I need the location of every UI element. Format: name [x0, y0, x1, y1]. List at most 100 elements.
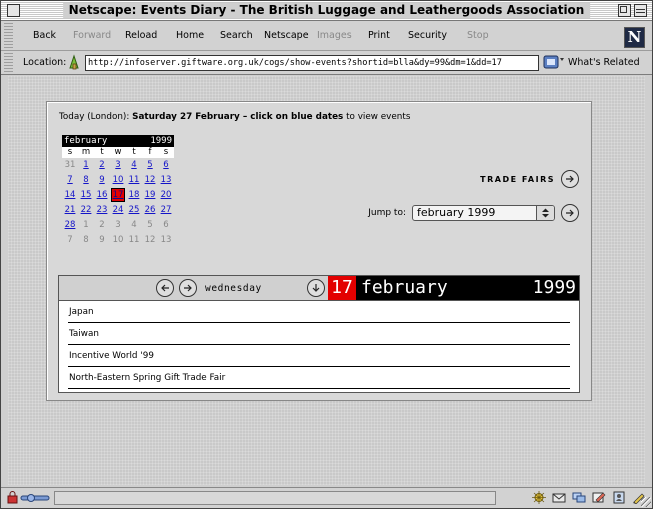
weekday-label: t	[132, 147, 136, 157]
calendar-day-link[interactable]: 3	[110, 158, 126, 173]
composer-icon[interactable]	[592, 491, 606, 504]
calendar-day-link[interactable]: 14	[62, 188, 78, 203]
navigation-toolbar: Back Forward Reload Home Search Netscape…	[1, 21, 652, 51]
netscape-button[interactable]: Netscape	[264, 30, 309, 41]
calendar-day-number: 17	[111, 188, 125, 202]
page-content[interactable]: Today (London): Saturday 27 February – c…	[8, 76, 645, 485]
browser-window: Netscape: Events Diary - The British Lug…	[0, 0, 653, 509]
mini-calendar-grid: 31 1 2 3 4 5 6 7 8 9 10 11 12 13 14 15 16 17 18 19 20 21 22 23 2…	[62, 158, 174, 248]
calendar-day-outside: 2	[99, 220, 105, 230]
search-button[interactable]: Search	[220, 30, 253, 41]
calendar-day-link[interactable]: 7	[62, 173, 78, 188]
today-instruction: Saturday 27 February – click on blue dat…	[132, 112, 344, 122]
calendar-day-link[interactable]: 4	[126, 158, 142, 173]
title-bar[interactable]: Netscape: Events Diary - The British Lug…	[1, 1, 652, 21]
toolbar-collapse-grip[interactable]	[4, 23, 13, 48]
calendar-day-link[interactable]: 18	[126, 188, 142, 203]
weekday-label: t	[100, 147, 104, 157]
jump-to-row: Jump to: february 1999	[368, 204, 579, 222]
calendar-day-link[interactable]: 19	[142, 188, 158, 203]
status-message-area	[54, 491, 496, 505]
next-day-button[interactable]	[179, 279, 197, 297]
url-input[interactable]: http://infoserver.giftware.org.uk/cogs/s…	[85, 55, 539, 71]
event-item[interactable]: Taiwan	[68, 323, 570, 345]
calendar-day-link[interactable]: 11	[126, 173, 142, 188]
whats-related-icon	[543, 55, 564, 69]
close-box-button[interactable]	[7, 4, 20, 17]
today-suffix: to view events	[346, 112, 411, 122]
zoom-box-button[interactable]	[618, 4, 631, 17]
calendar-day-outside: 12	[144, 235, 156, 245]
home-button[interactable]: Home	[176, 30, 204, 41]
mail-icon[interactable]	[552, 491, 566, 504]
security-button[interactable]: Security	[408, 30, 447, 41]
calendar-day-link[interactable]: 21	[62, 203, 78, 218]
calendar-day-link[interactable]: 16	[94, 188, 110, 203]
trade-fairs-arrow-button[interactable]	[561, 170, 579, 188]
netscape-logo[interactable]: N	[624, 27, 645, 48]
back-button[interactable]: Back	[33, 30, 56, 41]
calendar-day-link[interactable]: 23	[94, 203, 110, 218]
reload-button[interactable]: Reload	[125, 30, 157, 41]
calendar-day-outside: 11	[128, 235, 140, 245]
arrow-right-icon	[184, 284, 192, 292]
weekday-label: s	[163, 147, 169, 157]
event-item[interactable]: Incentive World '99	[68, 345, 570, 367]
select-arrows-icon	[536, 206, 554, 220]
calendar-day-link[interactable]: 9	[94, 173, 110, 188]
calendar-day-link[interactable]: 24	[110, 203, 126, 218]
security-lock-icon[interactable]	[7, 491, 51, 504]
calendar-day-link[interactable]: 1	[78, 158, 94, 173]
calendar-day-link[interactable]: 28	[62, 218, 78, 233]
calendar-day-link[interactable]: 13	[158, 173, 174, 188]
weekday-label: s	[67, 147, 73, 157]
location-label: Location:	[23, 57, 67, 68]
events-list: Japan Taiwan Incentive World '99 North-E…	[68, 301, 570, 389]
forward-button[interactable]: Forward	[73, 30, 111, 41]
print-button[interactable]: Print	[368, 30, 390, 41]
network-activity-icon[interactable]	[532, 491, 546, 504]
jump-to-selected-value: february 1999	[417, 206, 496, 219]
window-title: Netscape: Events Diary - The British Lug…	[62, 3, 591, 18]
calendar-day-link[interactable]: 15	[78, 188, 94, 203]
day-view-month: february	[361, 277, 448, 298]
calendar-day-link[interactable]: 2	[94, 158, 110, 173]
calendar-day-selected[interactable]: 17	[110, 188, 126, 203]
event-item[interactable]: Japan	[68, 301, 570, 323]
calendar-day-outside: 5	[147, 220, 153, 230]
calendar-day-link[interactable]: 20	[158, 188, 174, 203]
calendar-day-link[interactable]: 22	[78, 203, 94, 218]
weekday-label: f	[148, 147, 152, 157]
whats-related-button[interactable]: What's Related	[543, 54, 640, 70]
trade-fairs-link[interactable]: TRADE FAIRS	[480, 170, 579, 188]
calendar-day-link[interactable]: 25	[126, 203, 142, 218]
images-button[interactable]: Images	[317, 30, 352, 41]
calendar-day-link[interactable]: 8	[78, 173, 94, 188]
today-prefix: Today (London):	[59, 112, 130, 122]
calendar-day-outside: 3	[115, 220, 121, 230]
calendar-day-link[interactable]: 5	[142, 158, 158, 173]
calendar-day-link[interactable]: 26	[142, 203, 158, 218]
collapse-box-button[interactable]	[634, 4, 647, 17]
page-proxy-icon[interactable]	[67, 54, 81, 70]
jump-to-select[interactable]: february 1999	[412, 205, 555, 221]
day-view-weekday: wednesday	[205, 283, 262, 294]
calendar-day-link[interactable]: 27	[158, 203, 174, 218]
calendar-day-link[interactable]: 10	[110, 173, 126, 188]
stop-button[interactable]: Stop	[467, 30, 489, 41]
location-bar: Location: http://infoserver.giftware.org…	[1, 51, 652, 75]
calendar-day-link[interactable]: 12	[142, 173, 158, 188]
trade-fairs-label: TRADE FAIRS	[480, 174, 555, 184]
location-collapse-grip[interactable]	[4, 53, 13, 72]
event-item[interactable]: North-Eastern Spring Gift Trade Fair	[68, 367, 570, 389]
calendar-day-link[interactable]: 6	[158, 158, 174, 173]
day-view: wednesday 17 february 1999 Japan Taiwan	[58, 275, 580, 393]
resize-grip[interactable]	[641, 497, 651, 507]
day-details-down-button[interactable]	[307, 279, 325, 297]
address-book-icon[interactable]	[612, 491, 626, 504]
events-diary-panel: Today (London): Saturday 27 February – c…	[46, 101, 592, 401]
calendar-day-outside: 1	[83, 220, 89, 230]
discussions-icon[interactable]	[572, 491, 586, 504]
previous-day-button[interactable]	[156, 279, 174, 297]
jump-go-button[interactable]	[561, 204, 579, 222]
